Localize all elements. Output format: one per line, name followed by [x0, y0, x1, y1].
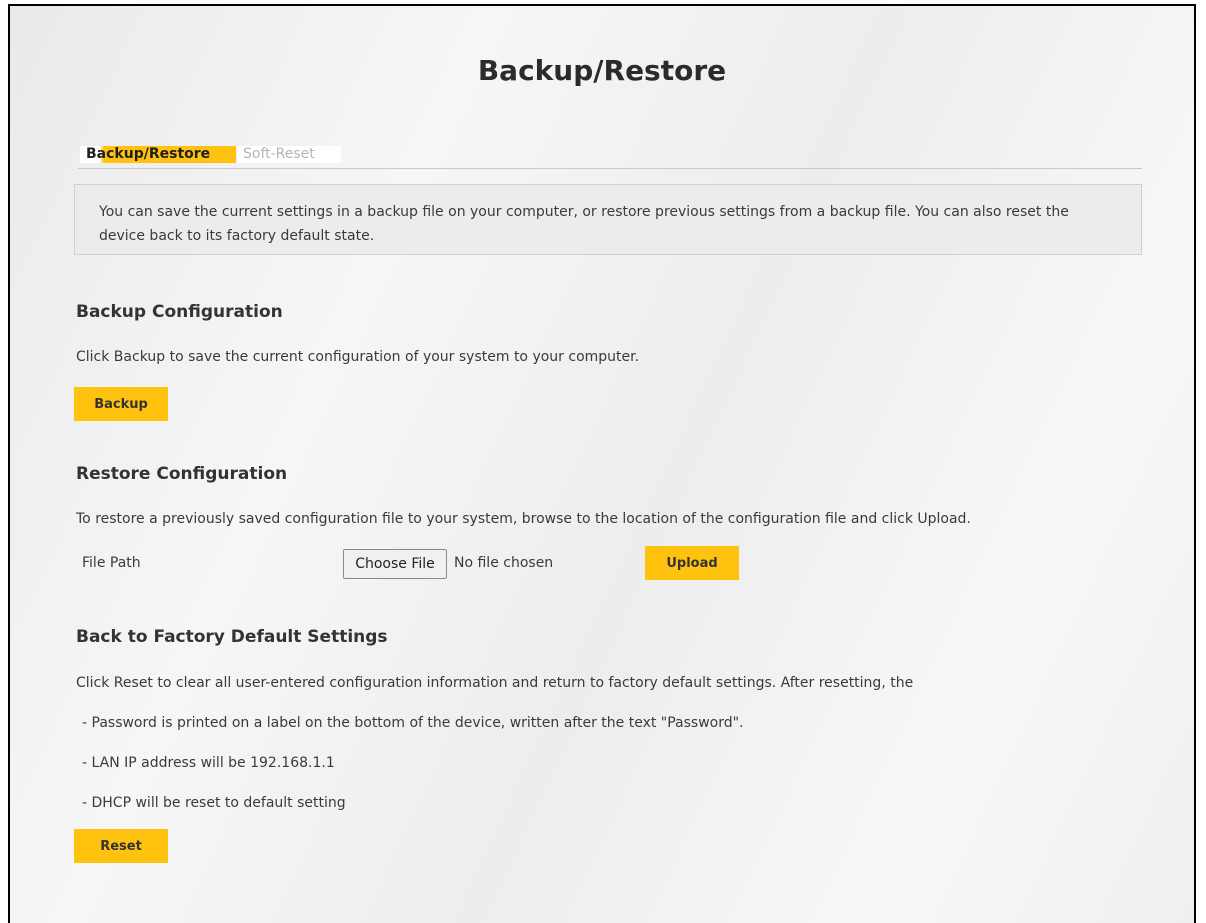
backup-description: Click Backup to save the current configu… [76, 349, 640, 365]
choose-file-button[interactable]: Choose File [343, 549, 447, 579]
content-frame: Backup/Restore Backup/Restore Soft-Reset… [8, 4, 1196, 923]
tab-bar: Backup/Restore Soft-Reset [78, 146, 1142, 169]
restore-description: To restore a previously saved configurat… [76, 511, 971, 527]
file-status: No file chosen [454, 555, 554, 571]
factory-bullet-dhcp: - DHCP will be reset to default setting [82, 795, 346, 811]
restore-section-title: Restore Configuration [76, 464, 288, 484]
upload-button[interactable]: Upload [645, 546, 739, 580]
file-path-label: File Path [82, 555, 141, 571]
page-title: Backup/Restore [477, 54, 727, 87]
factory-description: Click Reset to clear all user-entered co… [76, 675, 914, 691]
factory-bullet-password: - Password is printed on a label on the … [82, 715, 744, 731]
reset-button[interactable]: Reset [74, 829, 168, 863]
tab-soft-reset[interactable]: Soft-Reset [237, 146, 341, 163]
factory-bullet-lan-ip: - LAN IP address will be 192.168.1.1 [82, 755, 335, 771]
tab-backup-restore[interactable]: Backup/Restore [80, 146, 236, 163]
info-box: You can save the current settings in a b… [74, 184, 1142, 255]
factory-section-title: Back to Factory Default Settings [76, 627, 388, 647]
backup-button[interactable]: Backup [74, 387, 168, 421]
backup-section-title: Backup Configuration [76, 302, 283, 322]
